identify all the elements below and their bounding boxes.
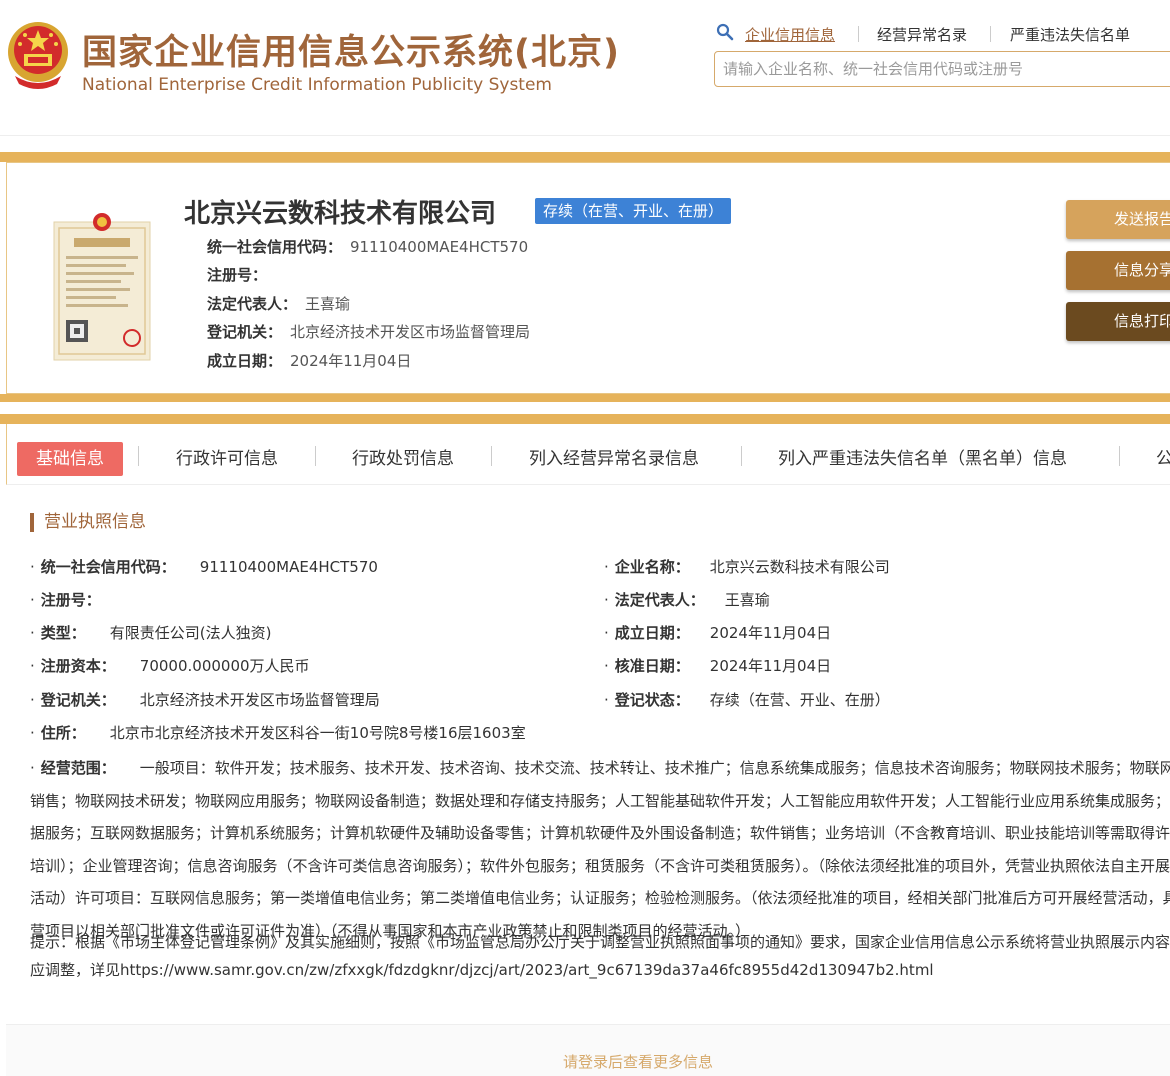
field-company-name: · 企业名称： 北京兴云数科技术有限公司 <box>604 556 890 577</box>
field-value: 2024年11月04日 <box>709 657 832 675</box>
field-label: 登记状态： <box>614 691 690 709</box>
info-value: 2024年11月04日 <box>290 352 412 370</box>
notice-text: 提示：根据《市场主体登记管理条例》及其实施细则，按照《市场监管总局办公厅关于调整… <box>30 933 1170 979</box>
bullet: · <box>30 624 35 642</box>
field-reg-number: · 注册号： <box>30 589 101 610</box>
field-value: 北京经济技术开发区市场监督管理局 <box>139 691 380 709</box>
info-label: 成立日期： <box>207 352 283 370</box>
send-report-button[interactable]: 发送报告 <box>1066 200 1170 239</box>
business-license-icon <box>53 213 151 361</box>
field-value: 北京兴云数科技术有限公司 <box>709 558 890 576</box>
field-value: 有限责任公司(法人独资) <box>109 624 272 642</box>
bullet: · <box>30 759 35 777</box>
info-value: 91110400MAE4HCT570 <box>350 238 529 256</box>
field-type: · 类型： 有限责任公司(法人独资) <box>30 622 272 643</box>
field-label: 成立日期： <box>614 624 690 642</box>
field-credit-code: · 统一社会信用代码： 91110400MAE4HCT570 <box>30 556 378 577</box>
login-more-link[interactable]: 请登录后查看更多信息 <box>0 1051 1170 1072</box>
info-credit-code: 统一社会信用代码： 91110400MAE4HCT570 <box>207 236 528 257</box>
share-info-button[interactable]: 信息分享 <box>1066 251 1170 290</box>
tab-blacklist[interactable]: 列入严重违法失信名单（黑名单）信息 <box>778 442 1067 476</box>
info-value: 北京经济技术开发区市场监督管理局 <box>290 323 531 341</box>
field-label: 注册资本： <box>40 657 116 675</box>
bullet: · <box>30 691 35 709</box>
field-label: 注册号： <box>40 591 101 609</box>
tab-separator <box>990 26 991 42</box>
field-reg-authority: · 登记机关： 北京经济技术开发区市场监督管理局 <box>30 689 380 710</box>
bullet: · <box>30 591 35 609</box>
site-subtitle: National Enterprise Credit Information P… <box>82 75 552 95</box>
bullet: · <box>30 558 35 576</box>
bullet: · <box>30 724 35 742</box>
search-input[interactable] <box>714 51 1170 87</box>
business-scope: · 经营范围： 一般项目：软件开发；技术服务、技术开发、技术咨询、技术交流、技术转让… <box>30 752 1170 947</box>
bullet: · <box>604 624 609 642</box>
field-value: 91110400MAE4HCT570 <box>199 558 378 576</box>
info-label: 法定代表人： <box>207 295 298 313</box>
info-reg-authority: 登记机关： 北京经济技术开发区市场监督管理局 <box>207 321 530 342</box>
gold-divider <box>0 414 1170 424</box>
company-card <box>6 162 1170 394</box>
tab-admin-license[interactable]: 行政许可信息 <box>176 442 278 476</box>
field-label: 统一社会信用代码： <box>40 558 176 576</box>
bullet: · <box>604 591 609 609</box>
section-title: 营业执照信息 <box>30 513 146 532</box>
info-label: 统一社会信用代码： <box>207 238 343 256</box>
search-icon <box>716 23 734 41</box>
bullet: · <box>604 691 609 709</box>
field-label: 类型： <box>40 624 86 642</box>
info-reg-number: 注册号： <box>207 264 275 285</box>
info-established-date: 成立日期： 2024年11月04日 <box>207 350 411 371</box>
tab-abnormal-operation[interactable]: 列入经营异常名录信息 <box>529 442 699 476</box>
field-address: · 住所： 北京市北京经济技术开发区科谷一街10号院8号楼16层1603室 <box>30 722 526 743</box>
field-label: 住所： <box>40 724 86 742</box>
field-reg-capital: · 注册资本： 70000.000000万人民币 <box>30 655 310 676</box>
field-approval-date: · 核准日期： 2024年11月04日 <box>604 655 831 676</box>
tab-separator <box>741 446 742 466</box>
field-label: 法定代表人： <box>614 591 705 609</box>
field-value: 2024年11月04日 <box>709 624 832 642</box>
field-label: 经营范围： <box>40 759 116 777</box>
info-value: 王喜瑜 <box>305 295 351 313</box>
bullet: · <box>30 657 35 675</box>
field-legal-rep: · 法定代表人： 王喜瑜 <box>604 589 770 610</box>
info-legal-rep: 法定代表人： 王喜瑜 <box>207 293 350 314</box>
tab-more[interactable]: 公 <box>1156 442 1170 476</box>
field-value: 王喜瑜 <box>724 591 770 609</box>
info-label: 注册号： <box>207 266 268 284</box>
tab-basic-info[interactable]: 基础信息 <box>17 442 123 476</box>
tab-separator <box>138 446 139 466</box>
print-info-button[interactable]: 信息打印 <box>1066 302 1170 341</box>
tab-enterprise-credit[interactable]: 企业信用信息 <box>745 24 835 45</box>
field-value: 一般项目：软件开发；技术服务、技术开发、技术咨询、技术交流、技术转让、技术推广；… <box>30 759 1170 940</box>
field-value: 存续（在营、开业、在册） <box>709 691 890 709</box>
tab-abnormal-list[interactable]: 经营异常名录 <box>877 24 967 45</box>
field-label: 核准日期： <box>614 657 690 675</box>
national-emblem-icon <box>8 22 68 89</box>
field-reg-status: · 登记状态： 存续（在营、开业、在册） <box>604 689 890 710</box>
tab-separator <box>858 26 859 42</box>
field-label: 企业名称： <box>614 558 690 576</box>
tab-serious-violation-list[interactable]: 严重违法失信名单 <box>1010 24 1130 45</box>
gold-divider <box>0 152 1170 162</box>
bullet: · <box>604 558 609 576</box>
field-value: 70000.000000万人民币 <box>139 657 310 675</box>
tab-admin-penalty[interactable]: 行政处罚信息 <box>352 442 454 476</box>
info-label: 登记机关： <box>207 323 283 341</box>
bullet: · <box>604 657 609 675</box>
tab-separator <box>1119 446 1120 466</box>
field-label: 登记机关： <box>40 691 116 709</box>
gold-divider <box>0 394 1170 402</box>
tab-separator <box>315 446 316 466</box>
status-badge: 存续（在营、开业、在册） <box>535 198 732 224</box>
company-name: 北京兴云数科技术有限公司 <box>184 199 497 229</box>
tab-separator <box>491 446 492 466</box>
field-established-date: · 成立日期： 2024年11月04日 <box>604 622 831 643</box>
field-value: 北京市北京经济技术开发区科谷一街10号院8号楼16层1603室 <box>109 724 526 742</box>
site-title: 国家企业信用信息公示系统(北京) <box>82 33 620 73</box>
